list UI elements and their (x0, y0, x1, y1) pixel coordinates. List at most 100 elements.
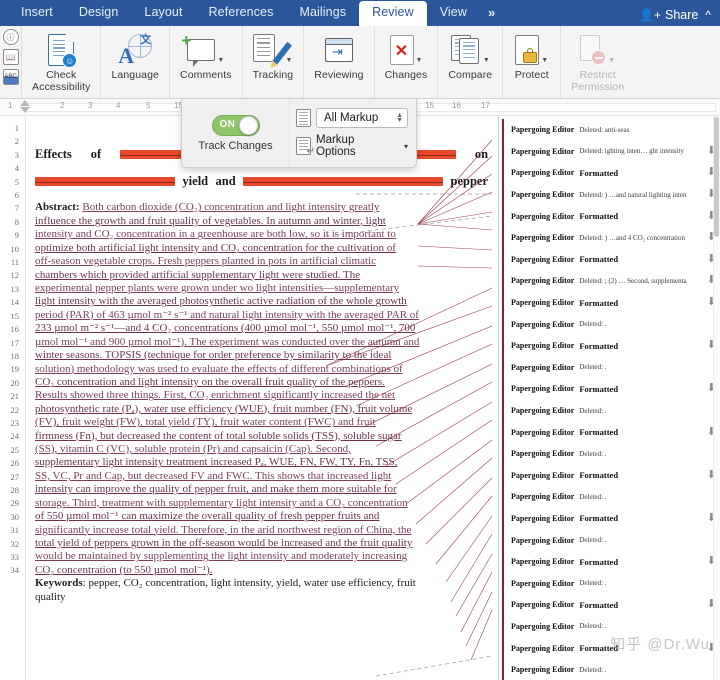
markup-options-row[interactable]: Markup Options ▾ (296, 134, 408, 158)
markup-controls: All Markup ▲▼ Markup Options ▾ (290, 99, 416, 167)
chevron-up-icon[interactable]: ^ (705, 8, 716, 22)
display-for-review-select[interactable]: All Markup ▲ ▼ (316, 108, 408, 128)
spelling-grammar-icon[interactable]: ABC (2, 69, 19, 85)
revision-change-bar (502, 572, 504, 595)
revision-author: Papergoing Editor (511, 125, 575, 135)
watermark: 知乎 @Dr.Wu (610, 636, 710, 653)
revision-balloon[interactable]: Papergoing Editor Formatted ⬇ (499, 594, 720, 616)
line-number: 33 (10, 552, 20, 562)
revision-description: Deleted: . (579, 622, 607, 631)
revision-change-bar (502, 205, 504, 227)
tab-view[interactable]: View (427, 1, 480, 26)
share-button[interactable]: 👤+ Share (639, 8, 698, 22)
revision-balloon[interactable]: Papergoing Editor Deleted: . (499, 442, 720, 465)
revision-balloon[interactable]: Papergoing Editor Deleted: . (499, 313, 720, 335)
title-part-7: pepper (450, 173, 489, 188)
revision-balloon[interactable]: Papergoing Editor Deleted: . (499, 356, 720, 379)
revision-balloon[interactable]: Papergoing Editor Deleted: . (499, 529, 720, 551)
revision-change-bar (502, 248, 504, 271)
revision-balloon[interactable]: Papergoing Editor Deleted: ) …and 4 CO₂ c… (499, 226, 720, 249)
revision-balloon[interactable]: Papergoing Editor Formatted ⬇ (499, 162, 720, 184)
revision-balloon[interactable]: Papergoing Editor Deleted: . (499, 399, 720, 422)
tab-references[interactable]: References (196, 1, 287, 26)
revision-author: Papergoing Editor (511, 406, 575, 416)
ribbon-group-check-accessibility[interactable]: ☺ Check Accessibility (22, 26, 102, 98)
chevron-down-icon[interactable]: ▼ (483, 57, 490, 64)
keywords-line: Keywords: pepper, CO₂ concentration, lig… (35, 577, 488, 590)
revision-author: Papergoing Editor (511, 146, 575, 156)
ribbon-group-compare[interactable]: ▼ Compare (438, 26, 504, 98)
tab-layout[interactable]: Layout (131, 1, 195, 26)
revision-balloon[interactable]: Papergoing Editor Formatted ⬇ (499, 464, 720, 487)
abstract-block[interactable]: Abstract: Both carbon dioxide (CO₂) conc… (35, 201, 488, 577)
revision-balloon[interactable]: Papergoing Editor Deleted: . (499, 658, 720, 680)
ruler-tick-1: 1 (8, 101, 13, 110)
revision-author: Papergoing Editor (511, 276, 575, 286)
markup-view-icon (296, 109, 311, 127)
track-changes-toggle[interactable]: ON (211, 114, 260, 136)
revision-balloon[interactable]: Papergoing Editor Deleted: . (499, 486, 720, 508)
abstract-line: of 550 µmol mol⁻¹ can maximize the overa… (35, 510, 380, 523)
chevron-down-icon[interactable]: ▼ (416, 57, 423, 64)
revision-balloon[interactable]: Papergoing Editor Formatted ⬇ (499, 334, 720, 357)
abstract-line: CO₂ concentration (to 550 µmol mol⁻¹). (35, 563, 213, 576)
revision-author: Papergoing Editor (511, 470, 575, 480)
line-number: 1 (14, 123, 19, 133)
tab-mailings[interactable]: Mailings (286, 1, 359, 26)
revision-balloon[interactable]: Papergoing Editor Formatted ⬇ (499, 248, 720, 271)
revision-balloon[interactable]: Papergoing Editor Formatted ⬇ (499, 421, 720, 443)
line-number: 12 (10, 270, 20, 281)
tab-overflow-button[interactable]: » (480, 1, 503, 26)
revision-balloon[interactable]: Papergoing Editor Formatted ⬇ (499, 378, 720, 400)
line-number: 31 (10, 525, 20, 536)
info-icon[interactable]: ⓘ (2, 29, 19, 45)
revision-balloon[interactable]: Papergoing Editor Formatted ⬇ (499, 507, 720, 530)
thesaurus-icon[interactable]: 📖 (2, 49, 19, 65)
abstract-line: total yield of peppers grown in the off-… (35, 537, 413, 549)
revision-balloon[interactable]: Papergoing Editor Deleted: ; (2) … Second… (499, 270, 720, 292)
revision-list: Papergoing Editor Deleted: anti-seas Paper… (499, 119, 720, 680)
revision-change-bar (502, 637, 504, 659)
chevron-down-icon[interactable]: ▼ (541, 57, 548, 64)
chevron-down-icon: ▼ (608, 57, 616, 64)
tab-review[interactable]: Review (359, 1, 427, 26)
abstract-line: storage. Third, treatment with supplemen… (35, 496, 408, 509)
revision-balloon[interactable]: Papergoing Editor Deleted: anti-seas (499, 119, 720, 141)
chevron-down-icon[interactable]: ▼ (217, 57, 224, 64)
line-number: 7 (14, 203, 19, 214)
scrollbar-thumb[interactable] (714, 117, 719, 237)
spinner-icon[interactable]: ▲ ▼ (396, 112, 403, 124)
vertical-scrollbar[interactable] (713, 116, 720, 680)
document-body[interactable]: Effects of and CO₂ on yield and pepper A… (35, 147, 489, 604)
ribbon-group-reviewing[interactable]: ⇥ Reviewing (304, 26, 375, 98)
chevron-down-icon[interactable]: ▼ (285, 57, 292, 64)
revision-balloon[interactable]: Papergoing Editor Deleted: ighting inten…… (499, 140, 720, 163)
revision-description: Deleted: anti-seas (579, 125, 630, 134)
revision-change-bar (502, 291, 504, 314)
revision-balloon[interactable]: Papergoing Editor Formatted ⬇ (499, 205, 720, 227)
ruler-tick-17: 17 (481, 101, 490, 110)
line-number: 4 (14, 163, 19, 174)
revision-change-bar (502, 183, 504, 206)
ribbon-group-language[interactable]: A 文 Language (101, 26, 171, 98)
revision-balloon[interactable]: Papergoing Editor Formatted ⬇ (499, 291, 720, 314)
revision-author: Papergoing Editor (511, 600, 575, 610)
revision-author: Papergoing Editor (511, 621, 575, 631)
indent-marker[interactable] (20, 100, 30, 113)
ribbon-group-protect[interactable]: ▼ Protect (503, 26, 562, 98)
ribbon-group-changes[interactable]: ▼ Changes (375, 26, 439, 98)
revision-balloon[interactable]: Papergoing Editor Deleted: ) …and natural… (499, 183, 720, 206)
revision-change-bar (502, 162, 504, 184)
revision-author: Papergoing Editor (511, 362, 575, 372)
markup-balloon-pane[interactable]: Papergoing Editor Deleted: anti-seas Paper… (498, 116, 720, 680)
tab-design[interactable]: Design (66, 1, 132, 26)
tab-insert[interactable]: Insert (8, 1, 66, 26)
line-number: 10 (10, 243, 20, 254)
revision-balloon[interactable]: Papergoing Editor Formatted ⬇ (499, 550, 720, 573)
document-page[interactable]: Effects of and CO₂ on yield and pepper A… (26, 116, 498, 680)
ribbon-group-comments[interactable]: + ▼ Comments (170, 26, 243, 98)
chevron-down-icon[interactable]: ▾ (404, 142, 408, 151)
ribbon-group-tracking[interactable]: ▼ Tracking (243, 26, 305, 98)
revision-balloon[interactable]: Papergoing Editor Deleted: . (499, 572, 720, 595)
revision-description: Formatted (579, 599, 619, 610)
